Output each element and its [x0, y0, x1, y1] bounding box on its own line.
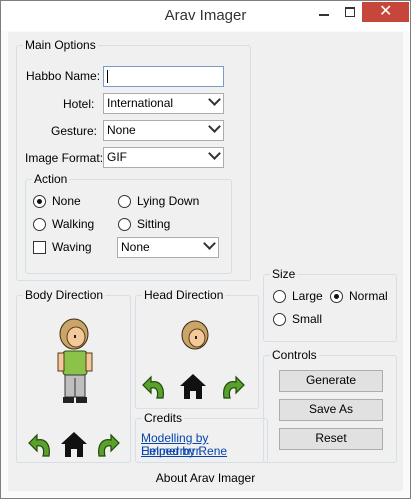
rotate-right-icon[interactable] — [93, 432, 121, 458]
title-bar[interactable]: Arav Imager ✕ — [1, 1, 410, 31]
gesture-select-value: None — [107, 123, 136, 137]
app-window: Arav Imager ✕ Main Options Habbo Name: H… — [0, 0, 411, 499]
habbo-name-label: Habbo Name: — [26, 69, 101, 83]
credits-link-helped[interactable]: Helped by Rene — [141, 445, 227, 458]
size-group: Size Large Normal Small — [263, 267, 397, 342]
size-large-radio[interactable] — [273, 290, 286, 303]
maximize-icon — [345, 7, 355, 17]
chevron-down-icon — [208, 93, 221, 106]
action-title: Action — [32, 172, 70, 186]
head-direction-group: Head Direction — [135, 288, 259, 409]
action-walking-label[interactable]: Walking — [52, 216, 94, 232]
hotel-label: Hotel: — [63, 97, 95, 111]
gesture-label: Gesture: — [51, 124, 98, 138]
about-link[interactable]: About Arav Imager — [8, 471, 403, 485]
minimize-icon — [319, 14, 329, 16]
text-caret — [107, 70, 108, 83]
main-options-group: Main Options Habbo Name: Hotel: Internat… — [16, 38, 251, 281]
action-none-label[interactable]: None — [52, 193, 81, 209]
generate-button[interactable]: Generate — [279, 370, 383, 392]
body-direction-title: Body Direction — [23, 288, 106, 302]
save-as-button[interactable]: Save As — [279, 399, 383, 421]
avatar-head-preview — [181, 320, 209, 350]
minimize-button[interactable] — [312, 2, 336, 22]
hotel-select[interactable]: International — [103, 93, 224, 114]
rotate-right-icon[interactable] — [218, 374, 246, 400]
action-lying-radio[interactable] — [118, 195, 131, 208]
size-small-label[interactable]: Small — [292, 311, 322, 327]
controls-title: Controls — [270, 348, 319, 362]
hotel-select-value: International — [107, 96, 174, 110]
hand-item-value: None — [121, 240, 150, 254]
close-button[interactable]: ✕ — [362, 2, 409, 22]
waving-checkbox[interactable] — [33, 241, 46, 254]
image-format-value: GIF — [107, 150, 127, 164]
credits-title: Credits — [142, 411, 185, 425]
head-direction-title: Head Direction — [142, 288, 226, 302]
waving-label[interactable]: Waving — [52, 239, 92, 255]
image-format-label: Image Format: — [25, 151, 104, 165]
size-small-radio[interactable] — [273, 313, 286, 326]
action-walking-radio[interactable] — [33, 218, 46, 231]
controls-group: Controls Generate Save As Reset — [263, 348, 397, 463]
action-sitting-label[interactable]: Sitting — [137, 216, 170, 232]
chevron-down-icon — [203, 237, 216, 250]
client-area: Main Options Habbo Name: Hotel: Internat… — [8, 32, 403, 491]
rotate-left-icon[interactable] — [141, 374, 169, 400]
size-normal-label[interactable]: Normal — [349, 288, 388, 304]
habbo-name-input[interactable] — [103, 66, 224, 87]
home-icon[interactable] — [178, 372, 208, 400]
avatar-body-preview — [57, 318, 93, 403]
chevron-down-icon — [208, 120, 221, 133]
reset-button[interactable]: Reset — [279, 428, 383, 450]
size-title: Size — [270, 267, 298, 281]
chevron-down-icon — [208, 147, 221, 160]
action-sitting-radio[interactable] — [118, 218, 131, 231]
rotate-left-icon[interactable] — [27, 432, 55, 458]
action-none-radio[interactable] — [33, 195, 46, 208]
size-normal-radio[interactable] — [330, 290, 343, 303]
image-format-select[interactable]: GIF — [103, 147, 224, 168]
action-group: Action None Lying Down Walking Sitting W… — [25, 172, 232, 274]
hand-item-select[interactable]: None — [117, 237, 219, 258]
maximize-button[interactable] — [337, 2, 361, 22]
action-lying-label[interactable]: Lying Down — [137, 193, 199, 209]
body-direction-group: Body Direction — [16, 288, 131, 463]
credits-group: Credits Modelling by Emmerrrrrr. Helped … — [135, 411, 268, 463]
size-large-label[interactable]: Large — [292, 288, 323, 304]
home-icon[interactable] — [59, 430, 89, 458]
main-options-title: Main Options — [23, 38, 98, 52]
close-icon: ✕ — [379, 3, 393, 20]
gesture-select[interactable]: None — [103, 120, 224, 141]
